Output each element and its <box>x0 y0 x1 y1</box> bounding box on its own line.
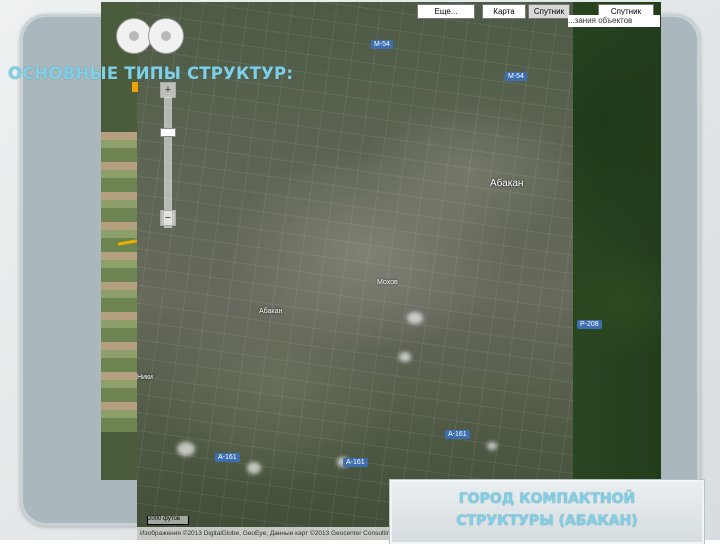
road-label-a161: А-161 <box>215 453 240 462</box>
cloud <box>177 442 195 456</box>
station-label: Абакан <box>259 308 283 315</box>
zoom-slider-handle[interactable] <box>160 128 176 137</box>
road-label-a161: А-161 <box>343 458 368 467</box>
map-copyright: Изображения ©2013 DigitalGlobe, GeoEye, … <box>137 527 390 540</box>
pegman-icon[interactable] <box>132 82 138 92</box>
pan-control-back[interactable] <box>116 18 152 54</box>
cloud <box>487 442 497 450</box>
caption-line-1: ГОРОД КОМПАКТНОЙ <box>458 491 636 507</box>
road-label-r208: Р-208 <box>577 320 602 329</box>
zoom-slider-track[interactable] <box>164 96 172 228</box>
satellite-type-button[interactable]: Спутник <box>528 4 570 19</box>
city-label: Абакан <box>490 178 524 189</box>
road-label-a161: А-161 <box>445 430 470 439</box>
map-overlay-note: ...зания объектов <box>568 15 660 27</box>
scale-bar: 2000 футов <box>147 516 189 525</box>
slide-heading: ОСНОВНЫЕ ТИПЫ СТРУКТУР: <box>8 64 294 83</box>
caption-box: ГОРОД КОМПАКТНОЙ СТРУКТУРЫ (АБАКАН) <box>390 480 704 544</box>
road-label-m54: М-54 <box>505 72 527 81</box>
map-type-button[interactable]: Карта <box>482 4 526 19</box>
farm-fields <box>101 132 141 432</box>
zoom-out-button[interactable]: − <box>160 210 176 226</box>
cloud <box>399 352 411 362</box>
place-label: Ники <box>137 374 153 381</box>
more-button[interactable]: Еще... <box>417 4 475 19</box>
caption-line-2: СТРУКТУРЫ (АБАКАН) <box>456 513 638 529</box>
road-label-m54: М-54 <box>371 40 393 49</box>
cloud <box>247 462 261 474</box>
pan-control[interactable] <box>148 18 184 54</box>
cloud <box>407 312 423 324</box>
scale-label: 2000 футов <box>148 516 181 522</box>
district-label: Мохов <box>377 279 398 286</box>
